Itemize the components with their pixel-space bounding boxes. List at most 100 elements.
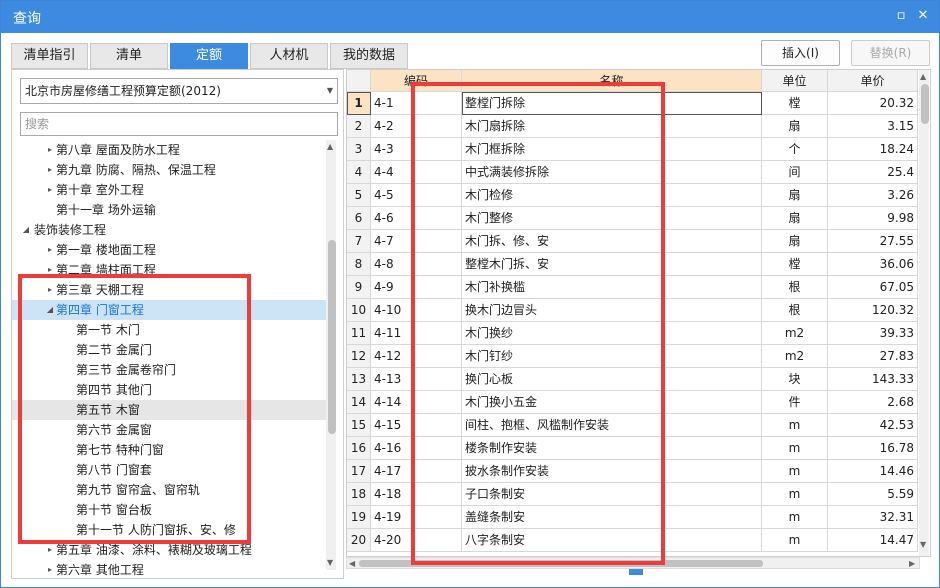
code-cell[interactable]: 4-14	[371, 391, 462, 414]
code-cell[interactable]: 4-2	[371, 115, 462, 138]
expand-icon[interactable]: ▸	[44, 160, 56, 180]
price-cell[interactable]: 67.05	[828, 276, 918, 299]
tree-item[interactable]: 第十节 窗台板	[12, 500, 326, 520]
price-cell[interactable]: 9.98	[828, 207, 918, 230]
price-cell[interactable]: 36.06	[828, 253, 918, 276]
tree-item[interactable]: ▸ 第三章 天棚工程	[12, 280, 326, 300]
name-cell[interactable]: 木门扇拆除	[462, 115, 762, 138]
code-cell[interactable]: 4-13	[371, 368, 462, 391]
name-cell[interactable]: 间柱、抱框、风槛制作安装	[462, 414, 762, 437]
scroll-right-icon[interactable]: ▶	[909, 559, 915, 568]
table-row[interactable]: 12 4-12 木门钉纱 m2 27.83	[347, 345, 930, 368]
close-icon[interactable]: ✕	[914, 7, 932, 25]
collapse-icon[interactable]: ◢	[44, 300, 56, 320]
header-unit[interactable]: 单位	[762, 70, 828, 92]
resize-grip[interactable]	[629, 569, 643, 575]
table-row[interactable]: 10 4-10 换木门边冒头根 120.32	[347, 299, 930, 322]
code-cell[interactable]: 4-6	[371, 207, 462, 230]
tree-item[interactable]: 第十一章 场外运输	[12, 200, 326, 220]
name-cell[interactable]: 披水条制作安装	[462, 460, 762, 483]
name-cell[interactable]: 木门框拆除	[462, 138, 762, 161]
code-cell[interactable]: 4-7	[371, 230, 462, 253]
price-cell[interactable]: 42.53	[828, 414, 918, 437]
price-cell[interactable]: 39.33	[828, 322, 918, 345]
header-code[interactable]: 编码	[371, 70, 462, 92]
price-cell[interactable]: 14.46	[828, 460, 918, 483]
code-cell[interactable]: 4-9	[371, 276, 462, 299]
table-row[interactable]: 19 4-19 盖缝条制安 m 32.31	[347, 506, 930, 529]
name-cell[interactable]: 换门心板	[462, 368, 762, 391]
unit-cell[interactable]: 间	[762, 161, 828, 184]
table-row[interactable]: 16 4-16 楼条制作安装 m 16.78	[347, 437, 930, 460]
price-cell[interactable]: 3.15	[828, 115, 918, 138]
unit-cell[interactable]: 扇	[762, 184, 828, 207]
table-row[interactable]: 2 4-2 木门扇拆除扇 3.15	[347, 115, 930, 138]
name-cell[interactable]: 木门补换槛	[462, 276, 762, 299]
unit-cell[interactable]: m	[762, 483, 828, 506]
code-cell[interactable]: 4-1	[371, 92, 462, 115]
code-cell[interactable]: 4-4	[371, 161, 462, 184]
name-cell[interactable]: 八字条制安	[462, 529, 762, 552]
scroll-down-icon[interactable]: ▼	[920, 540, 926, 549]
table-row[interactable]: 13 4-13 换门心板块 143.33	[347, 368, 930, 391]
table-row[interactable]: 9 4-9 木门补换槛根 67.05	[347, 276, 930, 299]
unit-cell[interactable]: m2	[762, 322, 828, 345]
table-scroll-thumb[interactable]	[921, 84, 929, 124]
code-cell[interactable]: 4-19	[371, 506, 462, 529]
unit-cell[interactable]: 扇	[762, 230, 828, 253]
tree-scroll-thumb[interactable]	[328, 240, 336, 434]
name-cell[interactable]: 中式满装修拆除	[462, 161, 762, 184]
code-cell[interactable]: 4-18	[371, 483, 462, 506]
tree-item[interactable]: 第五节 木窗	[12, 400, 326, 420]
scroll-up-icon[interactable]: ▲	[920, 72, 926, 81]
table-row[interactable]: 20 4-20 八字条制安 m 14.47	[347, 529, 930, 552]
price-cell[interactable]: 14.47	[828, 529, 918, 552]
tree-item[interactable]: 第四节 其他门	[12, 380, 326, 400]
header-price[interactable]: 单价	[828, 70, 918, 92]
expand-icon[interactable]: ▸	[44, 140, 56, 160]
name-cell[interactable]: 木门检修	[462, 184, 762, 207]
table-row[interactable]: 4 4-4 中式满装修拆除间 25.4	[347, 161, 930, 184]
scroll-up-icon[interactable]: ▲	[327, 142, 333, 151]
replace-button[interactable]: 替换(R)	[851, 40, 930, 66]
code-cell[interactable]: 4-20	[371, 529, 462, 552]
tab-quota[interactable]: 定额	[170, 43, 248, 69]
table-row[interactable]: 17 4-17 披水条制作安装 m 14.46	[347, 460, 930, 483]
expand-icon[interactable]: ▸	[44, 560, 56, 578]
table-row[interactable]: 8 4-8 整樘木门拆、安樘 36.06	[347, 253, 930, 276]
price-cell[interactable]: 16.78	[828, 437, 918, 460]
scroll-left-icon[interactable]: ◀	[349, 559, 355, 568]
name-cell[interactable]: 楼条制作安装	[462, 437, 762, 460]
tree-scrollbar[interactable]: ▲ ▼	[326, 140, 336, 570]
name-cell[interactable]: 木门换纱	[462, 322, 762, 345]
unit-cell[interactable]: 樘	[762, 253, 828, 276]
code-cell[interactable]: 4-8	[371, 253, 462, 276]
name-cell[interactable]: 子口条制安	[462, 483, 762, 506]
restore-icon[interactable]: ▫	[892, 7, 910, 25]
price-cell[interactable]: 27.83	[828, 345, 918, 368]
title-bar[interactable]: 查询 ▫ ✕	[1, 1, 939, 33]
unit-cell[interactable]: 扇	[762, 115, 828, 138]
table-horizontal-scrollbar[interactable]: ◀ ▶	[346, 557, 920, 569]
price-cell[interactable]: 143.33	[828, 368, 918, 391]
tree-item[interactable]: ◢ 装饰装修工程	[12, 220, 326, 240]
expand-icon[interactable]: ▸	[44, 240, 56, 260]
tree-item[interactable]: ▸ 第五章 油漆、涂料、裱糊及玻璃工程	[12, 540, 326, 560]
code-cell[interactable]: 4-15	[371, 414, 462, 437]
table-scrollbar[interactable]: ▲ ▼	[919, 70, 929, 556]
tree-item[interactable]: ▸ 第八章 屋面及防水工程	[12, 140, 326, 160]
tree-item[interactable]: ▸ 第六章 其他工程	[12, 560, 326, 578]
tree-item[interactable]: 第二节 金属门	[12, 340, 326, 360]
price-cell[interactable]: 3.26	[828, 184, 918, 207]
tree-item[interactable]: 第六节 金属窗	[12, 420, 326, 440]
tree-item[interactable]: 第一节 木门	[12, 320, 326, 340]
name-cell[interactable]: 木门换小五金	[462, 391, 762, 414]
tab-my-data[interactable]: 我的数据	[330, 43, 408, 69]
table-row[interactable]: 18 4-18 子口条制安 m 5.59	[347, 483, 930, 506]
table-row[interactable]: 3 4-3 木门框拆除个 18.24	[347, 138, 930, 161]
table-row[interactable]: 7 4-7 木门拆、修、安扇 27.55	[347, 230, 930, 253]
code-cell[interactable]: 4-16	[371, 437, 462, 460]
name-cell[interactable]: 木门拆、修、安	[462, 230, 762, 253]
table-row[interactable]: 15 4-15 间柱、抱框、风槛制作安装 m 42.53	[347, 414, 930, 437]
tree-item[interactable]: 第七节 特种门窗	[12, 440, 326, 460]
